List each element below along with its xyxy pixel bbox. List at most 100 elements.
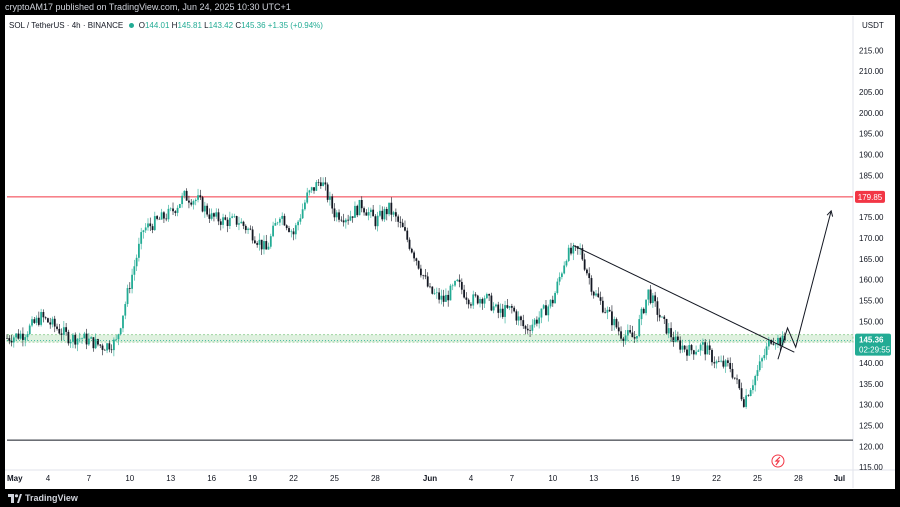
candle-body bbox=[517, 316, 520, 321]
legend-low-value: 143.42 bbox=[208, 21, 234, 30]
candle-body bbox=[606, 309, 609, 313]
candle-body bbox=[752, 385, 754, 391]
candle-body bbox=[294, 225, 297, 235]
x-tick-label: 28 bbox=[371, 474, 380, 483]
candle-body bbox=[160, 212, 163, 220]
candle-body bbox=[231, 216, 234, 218]
candle-body bbox=[217, 212, 220, 222]
candle-body bbox=[56, 326, 58, 329]
candle-body bbox=[208, 214, 211, 219]
candle-body bbox=[624, 335, 627, 341]
candle-body bbox=[733, 377, 736, 379]
candle-body bbox=[322, 182, 325, 187]
candle-body bbox=[381, 210, 384, 220]
x-tick-label: 7 bbox=[510, 474, 515, 483]
candle-body bbox=[256, 243, 259, 245]
candle-body bbox=[304, 202, 306, 210]
candle-body bbox=[42, 312, 45, 318]
candle-body bbox=[663, 316, 666, 319]
candle-body bbox=[385, 208, 388, 215]
candle-body bbox=[135, 257, 138, 267]
candle-body bbox=[224, 217, 227, 220]
y-tick-label: 185.00 bbox=[859, 171, 884, 180]
candle-body bbox=[415, 258, 418, 261]
legend-close-value: 145.36 bbox=[241, 21, 266, 30]
candle-body bbox=[647, 289, 650, 300]
candle-body bbox=[611, 311, 613, 326]
candle-body bbox=[590, 278, 593, 292]
candle-body bbox=[247, 228, 249, 231]
candle-body bbox=[508, 306, 511, 308]
candle-body bbox=[94, 339, 97, 349]
candle-body bbox=[674, 336, 677, 342]
candle-body bbox=[356, 205, 359, 216]
candle-body bbox=[228, 217, 231, 227]
candle-body bbox=[620, 331, 622, 339]
candle-body bbox=[601, 300, 604, 313]
candle-body bbox=[390, 202, 393, 215]
candle-body bbox=[265, 241, 268, 250]
candle-body bbox=[758, 361, 761, 371]
candle-body bbox=[117, 334, 120, 340]
candle-body bbox=[340, 219, 343, 221]
candle-body bbox=[28, 325, 31, 335]
candle-body bbox=[561, 273, 563, 277]
candle-body bbox=[531, 324, 534, 331]
candle-body bbox=[540, 308, 543, 318]
y-tick-label: 155.00 bbox=[859, 296, 884, 305]
x-tick-label: Jun bbox=[423, 474, 437, 483]
candle-body bbox=[338, 212, 340, 220]
candle-body bbox=[642, 308, 645, 314]
candle-body bbox=[74, 334, 77, 345]
candle-body bbox=[97, 339, 99, 345]
candle-body bbox=[76, 338, 79, 345]
candle-body bbox=[331, 196, 334, 209]
candle-body bbox=[288, 228, 290, 232]
candle-body bbox=[108, 343, 111, 350]
candlestick-chart[interactable]: 115.00 120.00 125.00 130.00 135.00 140.00 145.… bbox=[0, 0, 900, 507]
y-tick-label: 195.00 bbox=[859, 130, 884, 139]
x-tick-label: 19 bbox=[248, 474, 257, 483]
tradingview-logo-icon bbox=[8, 494, 22, 503]
candle-body bbox=[570, 247, 572, 254]
candle-body bbox=[299, 218, 302, 222]
candle-body bbox=[747, 395, 750, 397]
candle-body bbox=[754, 376, 757, 386]
candle-body bbox=[763, 355, 766, 359]
x-tick-label: 10 bbox=[548, 474, 557, 483]
candle-body bbox=[140, 232, 143, 244]
candle-body bbox=[597, 293, 600, 298]
candle-body bbox=[51, 318, 54, 325]
candle-body bbox=[520, 316, 522, 321]
y-tick-label: 175.00 bbox=[859, 213, 884, 222]
y-tick-label: 215.00 bbox=[859, 46, 884, 55]
last-price-text: 145.36 bbox=[859, 336, 884, 345]
candle-body bbox=[535, 319, 538, 324]
y-tick-label: 120.00 bbox=[859, 442, 884, 451]
candle-body bbox=[720, 360, 722, 362]
x-tick-label: 10 bbox=[125, 474, 134, 483]
candle-body bbox=[279, 218, 281, 223]
candle-body bbox=[740, 388, 743, 400]
candle-body bbox=[354, 205, 356, 218]
candle-body bbox=[178, 204, 181, 208]
legend-high-value: 145.81 bbox=[177, 21, 202, 30]
candle-body bbox=[333, 208, 336, 218]
candle-body bbox=[315, 182, 318, 191]
y-tick-label: 165.00 bbox=[859, 255, 884, 264]
candle-body bbox=[727, 360, 729, 363]
candle-body bbox=[563, 265, 566, 274]
candle-body bbox=[492, 306, 495, 311]
candle-body bbox=[301, 209, 304, 219]
currency-label[interactable]: USDT bbox=[862, 21, 884, 30]
x-tick-label: Jul bbox=[834, 474, 846, 483]
candle-body bbox=[388, 202, 390, 215]
candle-body bbox=[483, 298, 486, 304]
candle-body bbox=[251, 229, 254, 241]
candle-body bbox=[465, 297, 468, 300]
candle-body bbox=[545, 305, 547, 316]
y-tick-label: 130.00 bbox=[859, 401, 884, 410]
candle-body bbox=[524, 326, 527, 329]
candle-body bbox=[451, 285, 454, 287]
candle-body bbox=[272, 225, 274, 237]
